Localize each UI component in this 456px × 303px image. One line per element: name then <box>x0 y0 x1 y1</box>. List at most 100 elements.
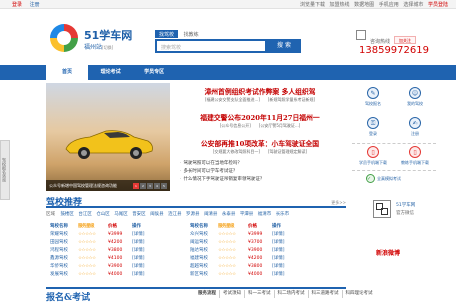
phone-icon: ▯ <box>409 146 421 158</box>
district-link[interactable]: 鼓楼区 <box>60 212 74 217</box>
district-link[interactable]: 福清市 <box>258 212 272 217</box>
search-input[interactable]: 搜索驾校 <box>155 39 267 53</box>
table-row: 田园驾校 ☆☆☆☆☆ ¥4200 [详情] <box>50 240 145 245</box>
top-link-join[interactable]: 加盟热线 <box>330 2 350 8</box>
news-sub-links: [交规要大修改驾照科目一] [驾驶证管理规定解读] <box>212 149 308 154</box>
tab-find-coach[interactable]: 找教练 <box>180 30 203 38</box>
district-link[interactable]: 闽侯县 <box>150 212 164 217</box>
edit-icon: ✍ <box>409 117 421 129</box>
login-link[interactable]: 登录 <box>12 2 22 8</box>
news-headline[interactable]: 福建交警公布2020年11月27日福州一 <box>172 112 348 122</box>
district-link[interactable]: 平潭县 <box>240 212 254 217</box>
table-row: 闽运驾校 ☆☆☆☆☆ ¥3700 [详情] <box>190 240 285 245</box>
city-label: 福州站[切换] <box>84 44 114 51</box>
banner-pager: 12345 <box>132 183 167 189</box>
pen-icon: ✎ <box>367 87 379 99</box>
tab-subject-1[interactable]: 科一三考试 <box>244 290 274 298</box>
top-link-download[interactable]: 浏览量下载 <box>300 2 325 8</box>
my-school-button[interactable]: ☺ 我的驾校 <box>396 87 434 107</box>
district-link[interactable]: 马尾区 <box>114 212 128 217</box>
news-sub-links: [福建公安交警支队全面推进...] [新规驾照学量系考证新规] <box>204 97 316 102</box>
mock-exam-button[interactable]: ✓ 全真模拟考试 <box>366 174 426 183</box>
weibo-link[interactable]: 新浪微博 <box>376 248 400 257</box>
district-filter: 区域 鼓楼区 台江区 仓山区 马尾区 晋安区 闽侯县 连江县 罗源县 闽清县 永… <box>46 212 290 217</box>
divider <box>352 170 436 171</box>
city-switch-link[interactable]: [切换] <box>102 45 113 50</box>
tab-subject-3[interactable]: 科三道路考试 <box>307 290 342 298</box>
section-school-recommend: 驾校推荐 更多>> <box>46 196 346 208</box>
table-row: 超越驾校 ☆☆☆☆☆ ¥3800 [详情] <box>190 264 285 269</box>
enroll-button[interactable]: ✎ 驾校报名 <box>354 87 392 107</box>
top-link-map[interactable]: 数据地图 <box>354 2 374 8</box>
search-button[interactable]: 搜 索 <box>267 39 301 53</box>
top-link-mobile[interactable]: 手机应用 <box>379 2 399 8</box>
phone-icon <box>356 30 366 40</box>
phone-icon: ▯ <box>367 146 379 158</box>
main-nav: 首页 理论考试 学员专区 <box>0 65 456 80</box>
banner-dot[interactable]: 5 <box>161 183 167 189</box>
float-consult-bar[interactable]: 驾校报名咨询 <box>0 140 10 200</box>
table-row: 福建驾校 ☆☆☆☆☆ ¥4200 [详情] <box>190 256 285 261</box>
site-logo[interactable] <box>50 24 78 52</box>
check-icon: ✓ <box>366 174 375 183</box>
list-item[interactable]: 多长时间可以学车考试证？ <box>180 168 340 176</box>
district-link[interactable]: 连江县 <box>168 212 182 217</box>
brand-name: 51学车网 <box>84 29 133 42</box>
nav-theory-exam[interactable]: 理论考试 <box>90 65 132 80</box>
tab-exam-notes[interactable]: 考试须知 <box>219 290 244 298</box>
nav-home[interactable]: 首页 <box>46 65 88 80</box>
lock-icon: ⚿ <box>367 117 379 129</box>
table-row: 鸿程驾校 ☆☆☆☆☆ ¥3800 [详情] <box>50 248 145 253</box>
school-table-left: 驾校名称 服务星级 价格 操作 荣耀驾校 ☆☆☆☆☆ ¥3999 [详情] 田园驾校 ☆☆☆☆… <box>50 223 146 279</box>
top-link-city[interactable]: 选择城市 <box>403 2 423 8</box>
district-link[interactable]: 罗源县 <box>186 212 200 217</box>
banner-carousel[interactable]: 公众号新增中国驾校管理法规咨询功能 12345 <box>46 83 170 191</box>
weibo-follow-button[interactable]: 加关注 <box>394 36 416 44</box>
search-tabs: 找驾校 找教练 <box>155 30 203 38</box>
table-row: 鑫源驾校 ☆☆☆☆☆ ¥4100 [详情] <box>50 256 145 261</box>
register-button[interactable]: ✍ 注册 <box>396 117 434 137</box>
hotline-label: 咨询热线 <box>370 39 391 45</box>
news-sub-links: [公众号信息公开] [公安厅警5月驾驶证...] <box>219 123 301 128</box>
register-link[interactable]: 注册 <box>30 2 40 8</box>
district-link[interactable]: 闽清县 <box>204 212 218 217</box>
more-link[interactable]: 更多>> <box>331 200 346 206</box>
qr-code-icon <box>373 200 391 218</box>
nav-student-zone[interactable]: 学员专区 <box>133 65 175 80</box>
table-row: 荣耀驾校 ☆☆☆☆☆ ¥3999 [详情] <box>50 232 145 237</box>
banner-dot[interactable]: 2 <box>140 183 146 189</box>
table-header: 驾校名称 服务星级 价格 操作 <box>190 224 281 229</box>
table-row: 新区驾校 ☆☆☆☆☆ ¥4000 [详情] <box>190 272 285 277</box>
coach-app-download[interactable]: ▯ 教练手机端下载 <box>396 146 434 166</box>
tab-subject-2[interactable]: 科二场内考试 <box>273 290 308 298</box>
tab-service-flow[interactable]: 服务流程 <box>195 290 219 298</box>
district-link[interactable]: 永泰县 <box>222 212 236 217</box>
district-link[interactable]: 仓山区 <box>96 212 110 217</box>
list-item[interactable]: 驾驶驾照可以在当地年检吗？ <box>180 160 340 168</box>
student-app-download[interactable]: ▯ 学员手机端下载 <box>354 146 392 166</box>
top-bar: 登录 注册 浏览量下载 加盟热线 数据地图 手机应用 选择城市 学员登陆 <box>0 0 456 9</box>
news-headline[interactable]: 公安部再推10项改革：小车驾驶证全国 <box>172 138 348 148</box>
district-link[interactable]: 台江区 <box>78 212 92 217</box>
tab-find-school[interactable]: 找驾校 <box>155 30 179 38</box>
right-panel: ✎ 驾校报名 ☺ 我的驾校 ⚿ 登录 ✍ 注册 ▯ 学员手机端下载 ▯ 教练手机端下载 ✓ 全… <box>352 83 436 190</box>
table-row: 陆达驾校 ☆☆☆☆☆ ¥3900 [详情] <box>190 248 285 253</box>
user-icon: ☺ <box>409 87 421 99</box>
exam-tabs: 服务流程 考试须知 科一三考试 科二场内考试 科三道路考试 科四理论考试 <box>195 290 376 298</box>
login-button[interactable]: ⚿ 登录 <box>354 117 392 137</box>
table-header: 驾校名称 服务星级 价格 操作 <box>50 224 141 229</box>
tab-subject-4[interactable]: 科四理论考试 <box>341 290 376 298</box>
news-list: 驾驶驾照可以在当地年检吗？ 多长时间可以学车考试证？ 什么情况下手驾驶证吊销复审… <box>180 160 340 184</box>
banner-dot[interactable]: 4 <box>154 183 160 189</box>
banner-dot[interactable]: 3 <box>147 183 153 189</box>
section-title: 驾校推荐 <box>46 198 83 208</box>
section-title: 报名&考试 <box>46 293 91 303</box>
hotline-phone: 13859972619 <box>359 45 429 56</box>
list-item[interactable]: 什么情况下手驾驶证吊销复审领驾驶证？ <box>180 176 340 184</box>
app-sub: 官方微信 <box>396 211 414 216</box>
banner-dot[interactable]: 1 <box>133 183 139 189</box>
district-link[interactable]: 晋安区 <box>132 212 146 217</box>
news-headline[interactable]: 漳州首例组织考试作弊案 多人组织驾 <box>172 86 348 96</box>
top-link-student-login[interactable]: 学员登陆 <box>428 2 448 8</box>
district-link[interactable]: 长乐市 <box>276 212 290 217</box>
